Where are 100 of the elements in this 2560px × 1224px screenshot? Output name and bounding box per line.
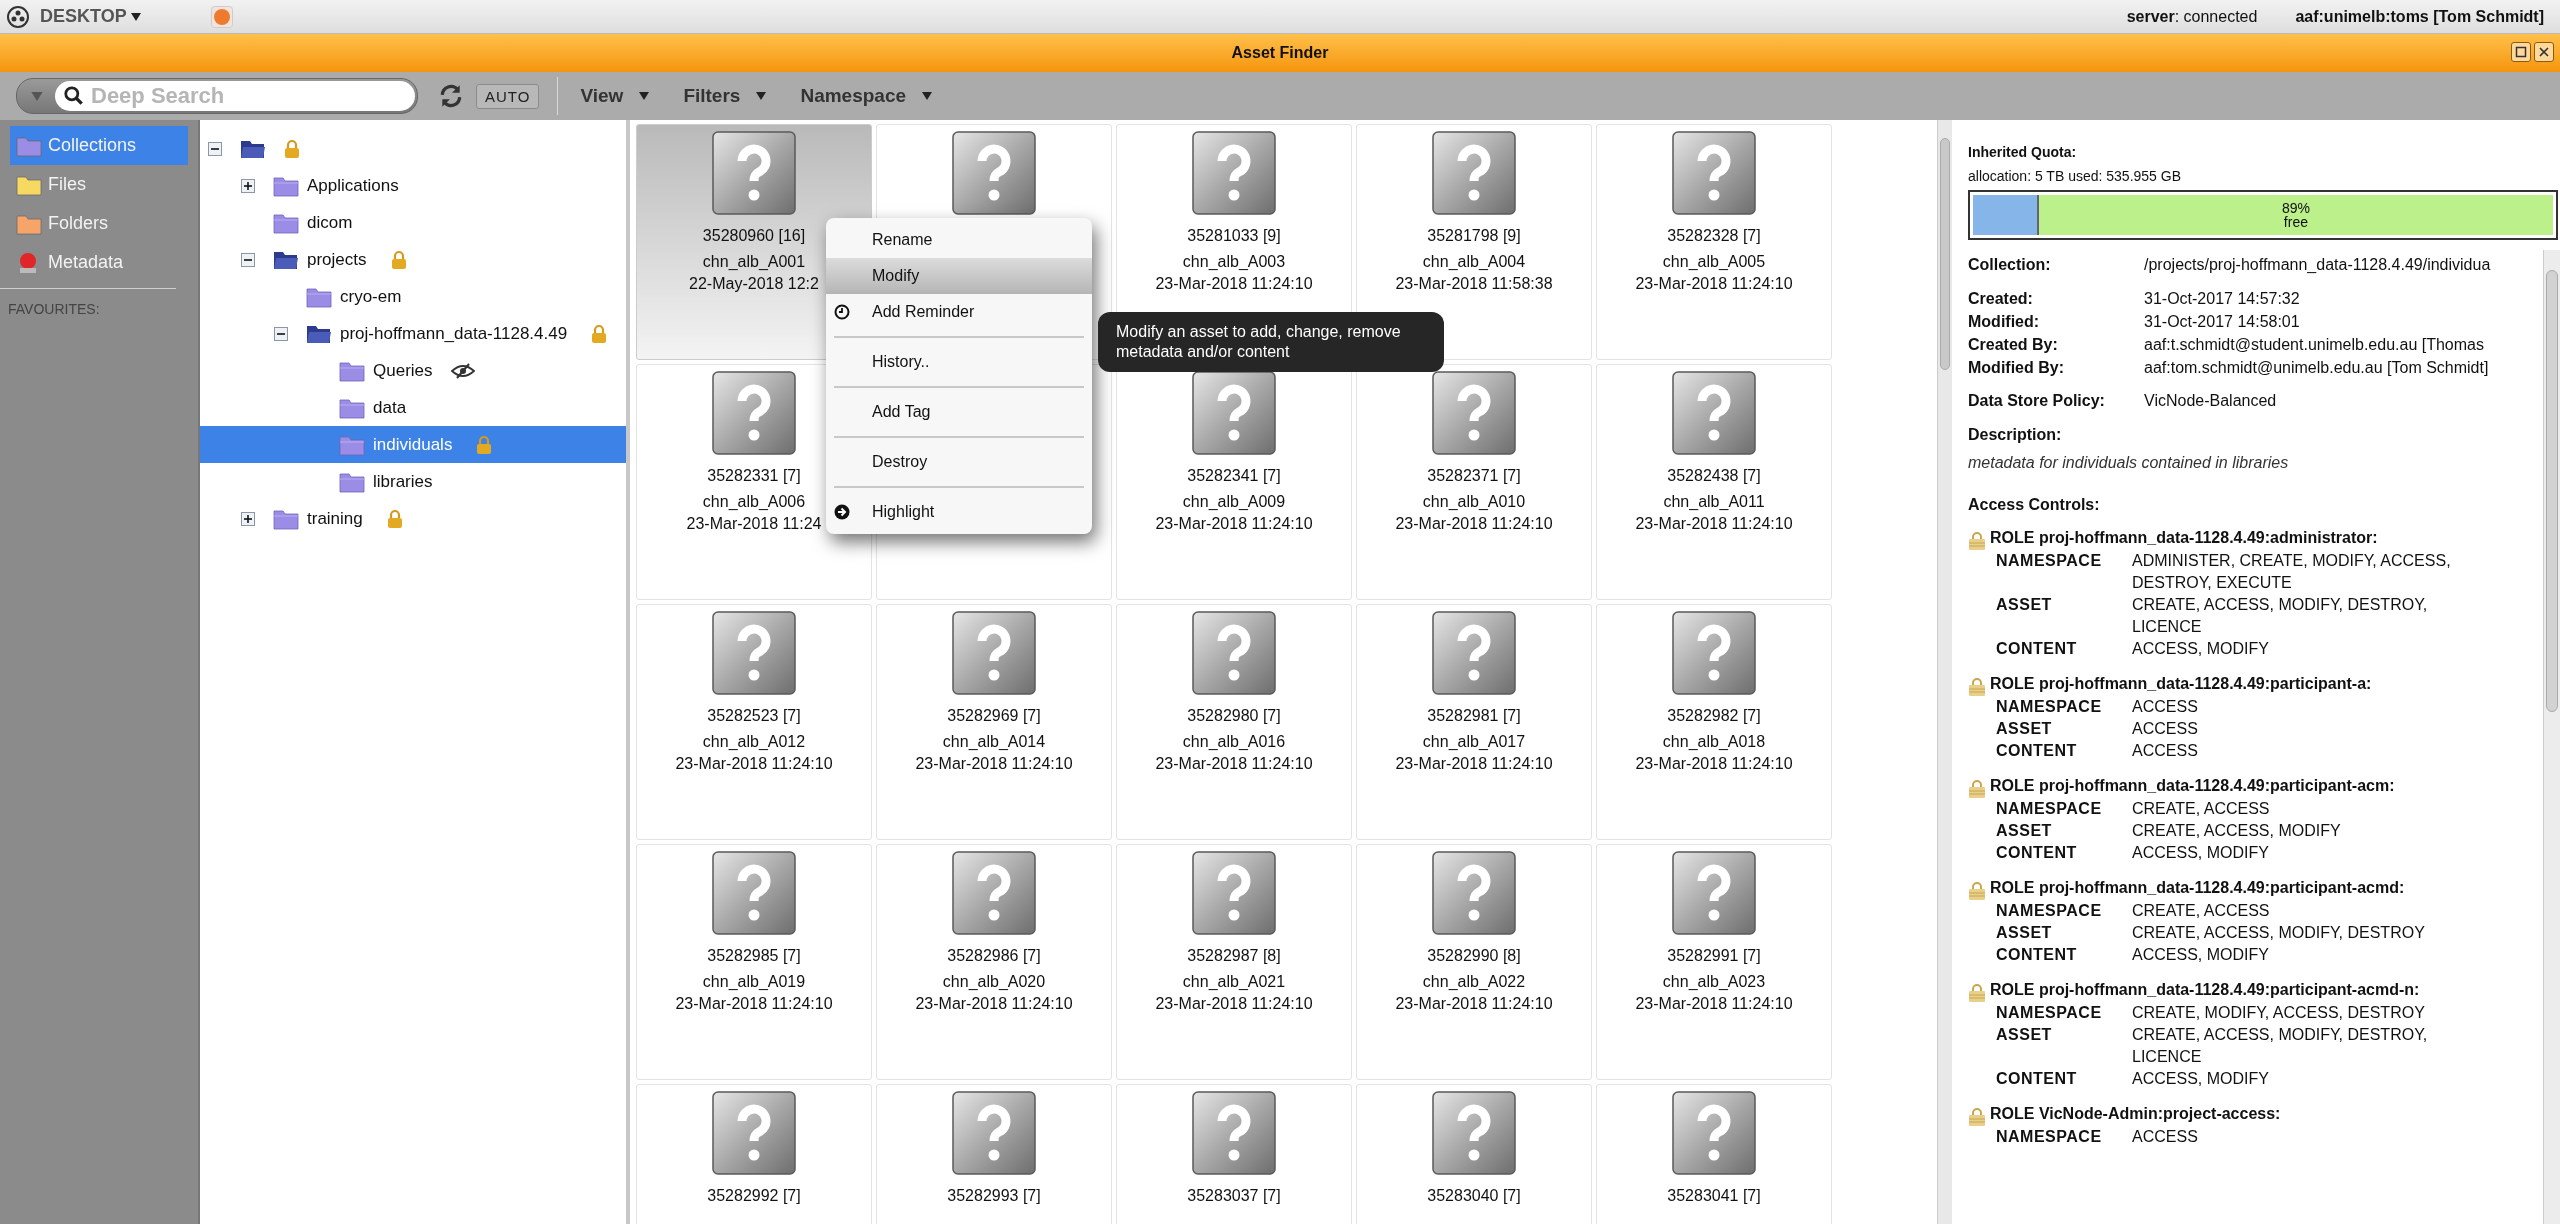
folder-icon bbox=[339, 433, 365, 456]
question-icon bbox=[712, 1091, 796, 1175]
asset-tile[interactable]: 35282990 [8] chn_alb_A022 23-Mar-2018 11:24:10 bbox=[1356, 844, 1592, 1080]
asset-tile[interactable]: 35282982 [7] chn_alb_A018 23-Mar-2018 11:24:10 bbox=[1596, 604, 1832, 840]
asset-tile[interactable]: 35283040 [7] bbox=[1356, 1084, 1592, 1224]
asset-tile[interactable]: 35282523 [7] chn_alb_A012 23-Mar-2018 11:24:10 bbox=[636, 604, 872, 840]
asset-tile[interactable]: 35282980 [7] chn_alb_A016 23-Mar-2018 11:24:10 bbox=[1116, 604, 1352, 840]
permission-type: CONTENT bbox=[1996, 843, 2078, 863]
arrow-circle-icon bbox=[834, 504, 850, 520]
tree-item[interactable]: proj-hoffmann_data-1128.4.49 bbox=[200, 315, 626, 352]
permission-value: CREATE, ACCESS, MODIFY, DESTROY, LICENCE bbox=[2132, 595, 2429, 637]
question-icon bbox=[1432, 1091, 1516, 1175]
sidebar-label: Files bbox=[48, 174, 86, 195]
permission-value: CREATE, MODIFY, ACCESS, DESTROY bbox=[2132, 1003, 2426, 1023]
asset-tile[interactable]: 35283037 [7] bbox=[1116, 1084, 1352, 1224]
asset-tile[interactable]: 35283041 [7] bbox=[1596, 1084, 1832, 1224]
asset-tile[interactable]: 35282991 [7] chn_alb_A023 23-Mar-2018 11:24:10 bbox=[1596, 844, 1832, 1080]
question-icon bbox=[1432, 851, 1516, 935]
search-field[interactable]: Deep Search bbox=[55, 81, 415, 111]
role-name: ROLE proj-hoffmann_data-1128.4.49:participant-acmd-n: bbox=[1990, 980, 2420, 1000]
collapse-icon[interactable] bbox=[208, 141, 222, 156]
asset-id: 35280960 [16] bbox=[702, 227, 806, 245]
asset-date: 23-Mar-2018 11:24:10 bbox=[1155, 515, 1313, 533]
field-label: Collection: bbox=[1968, 256, 2052, 274]
window-title: Asset Finder bbox=[1231, 44, 1329, 62]
tree-item[interactable]: training bbox=[200, 500, 626, 537]
lock-icon bbox=[1968, 532, 1986, 550]
field-value: aaf:tom.schmidt@unimelb.edu.au [Tom Schmidt] bbox=[2144, 359, 2489, 377]
tree-label: dicom bbox=[307, 212, 353, 233]
question-icon bbox=[1192, 1091, 1276, 1175]
tree-item[interactable]: Applications bbox=[200, 167, 626, 204]
maximize-icon bbox=[2515, 46, 2527, 58]
asset-id: 35282981 [7] bbox=[1427, 707, 1521, 725]
tree-item[interactable]: individuals bbox=[200, 426, 626, 463]
tree-item[interactable]: libraries bbox=[200, 463, 626, 500]
asset-tile[interactable]: 35282438 [7] chn_alb_A011 23-Mar-2018 11:24:10 bbox=[1596, 364, 1832, 600]
permission-value: ADMINISTER, CREATE, MODIFY, ACCESS, DESTROY, EXECUTE bbox=[2132, 551, 2452, 593]
question-icon bbox=[1672, 371, 1756, 455]
permission-value: ACCESS bbox=[2132, 741, 2199, 761]
question-icon bbox=[1432, 611, 1516, 695]
asset-id: 35282523 [7] bbox=[707, 707, 801, 725]
asset-id: 35282993 [7] bbox=[947, 1187, 1041, 1205]
asset-tile[interactable]: 35282987 [8] chn_alb_A021 23-Mar-2018 11:24:10 bbox=[1116, 844, 1352, 1080]
permission-type: NAMESPACE bbox=[1996, 799, 2103, 819]
asset-date: 23-Mar-2018 11:24:10 bbox=[1395, 515, 1553, 533]
expand-icon[interactable] bbox=[241, 178, 255, 193]
asset-name: chn_alb_A010 bbox=[1422, 493, 1526, 511]
description-text: metadata for individuals contained in libraries bbox=[1968, 454, 2290, 472]
asset-tile[interactable]: 35282992 [7] bbox=[636, 1084, 872, 1224]
toolbar-menu[interactable]: Namespace bbox=[796, 85, 951, 107]
close-button[interactable] bbox=[2534, 42, 2554, 62]
asset-tile[interactable]: 35282969 [7] chn_alb_A014 23-Mar-2018 11:24:10 bbox=[876, 604, 1112, 840]
asset-tile[interactable]: 35282328 [7] chn_alb_A005 23-Mar-2018 11:24:10 bbox=[1596, 124, 1832, 360]
caret-icon bbox=[922, 92, 933, 100]
question-icon bbox=[1672, 131, 1756, 215]
permission-value: ACCESS bbox=[2132, 1127, 2199, 1147]
collapse-icon[interactable] bbox=[241, 252, 255, 267]
sidebar-item[interactable]: Collections bbox=[10, 126, 188, 165]
tree-item[interactable]: data bbox=[200, 389, 626, 426]
tree-item[interactable]: dicom bbox=[200, 204, 626, 241]
quota-title: Inherited Quota: bbox=[1968, 144, 2078, 160]
role-name: ROLE proj-hoffmann_data-1128.4.49:participant-acmd: bbox=[1990, 878, 2405, 898]
quota-allocation: allocation: 5 TB used: 535.955 GB bbox=[1968, 168, 2182, 184]
asset-id: 35282371 [7] bbox=[1427, 467, 1521, 485]
toolbar-menu[interactable]: Filters bbox=[679, 85, 785, 107]
desktop-menu[interactable]: DESKTOP bbox=[38, 6, 143, 27]
question-icon bbox=[1192, 131, 1276, 215]
asset-name: chn_alb_A006 bbox=[702, 493, 806, 511]
permission-type: NAMESPACE bbox=[1996, 1003, 2103, 1023]
tree-item[interactable]: Queries bbox=[200, 352, 626, 389]
asset-name: chn_alb_A017 bbox=[1422, 733, 1526, 751]
asset-date: 23-Mar-2018 11:24:10 bbox=[675, 995, 833, 1013]
role-name: ROLE proj-hoffmann_data-1128.4.49:participant-acm: bbox=[1990, 776, 2395, 796]
logo-icon[interactable] bbox=[6, 4, 30, 29]
auto-button[interactable]: AUTO bbox=[476, 83, 540, 109]
menu-item[interactable]: Modify bbox=[826, 258, 1092, 294]
maximize-button[interactable] bbox=[2511, 42, 2531, 62]
folder-icon bbox=[339, 470, 365, 493]
refresh-icon[interactable] bbox=[438, 83, 464, 109]
asset-name: chn_alb_A001 bbox=[702, 253, 806, 271]
question-icon bbox=[1672, 1091, 1756, 1175]
tree-item[interactable]: projects bbox=[200, 241, 626, 278]
expand-icon[interactable] bbox=[241, 511, 255, 526]
asset-tile[interactable]: 35282993 [7] bbox=[876, 1084, 1112, 1224]
tree-label: data bbox=[373, 397, 407, 418]
scrollbar[interactable] bbox=[2543, 250, 2560, 1224]
permission-value: ACCESS, MODIFY bbox=[2132, 945, 2270, 965]
scrollbar[interactable] bbox=[1937, 120, 1952, 1224]
asset-id: 35283040 [7] bbox=[1427, 1187, 1521, 1205]
asset-tile[interactable]: 35282981 [7] chn_alb_A017 23-Mar-2018 11:24:10 bbox=[1356, 604, 1592, 840]
tree-item[interactable]: cryo-em bbox=[200, 278, 626, 315]
asset-tile[interactable]: 35282371 [7] chn_alb_A010 23-Mar-2018 11:24:10 bbox=[1356, 364, 1592, 600]
asset-tile[interactable]: 35282985 [7] chn_alb_A019 23-Mar-2018 11:24:10 bbox=[636, 844, 872, 1080]
asset-tile[interactable]: 35282986 [7] chn_alb_A020 23-Mar-2018 11:24:10 bbox=[876, 844, 1112, 1080]
collapse-icon[interactable] bbox=[274, 326, 288, 341]
question-icon bbox=[952, 1091, 1036, 1175]
toolbar-menu[interactable]: View bbox=[576, 85, 668, 107]
asset-name: chn_alb_A011 bbox=[1663, 493, 1765, 511]
asset-id: 35282990 [8] bbox=[1427, 947, 1521, 965]
asset-name: chn_alb_A021 bbox=[1182, 973, 1286, 991]
